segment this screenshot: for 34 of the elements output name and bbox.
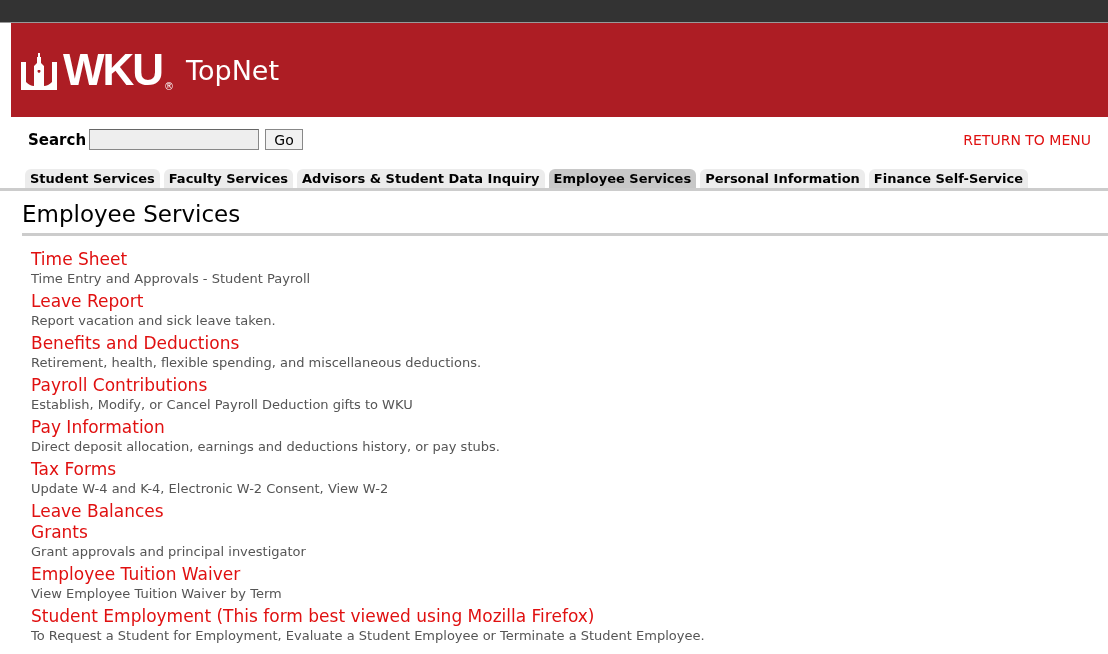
menu-description: Report vacation and sick leave taken.	[31, 312, 277, 329]
go-button[interactable]: Go	[265, 129, 304, 150]
tab[interactable]: Finance Self-Service	[868, 169, 1028, 188]
menu-description: Update W-4 and K-4, Electronic W-2 Consent, View W-2	[31, 480, 390, 497]
menu-link[interactable]: Tax Forms	[31, 459, 117, 480]
search-field[interactable]	[89, 129, 260, 150]
menu-link[interactable]: Benefits and Deductions	[31, 333, 240, 354]
search-label: Search	[28, 130, 87, 149]
tab[interactable]: Employee Services	[548, 169, 697, 188]
page-title: Employee Services	[22, 201, 1108, 236]
menu-description: View Employee Tuition Waiver by Term	[31, 585, 283, 602]
menu-link[interactable]: Employee Tuition Waiver	[31, 564, 241, 585]
menu-description: Direct deposit allocation, earnings and deductions history, or pay stubs.	[31, 438, 501, 455]
menu-description: Establish, Modify, or Cancel Payroll Deduction gifts to WKU	[31, 396, 414, 413]
menu-link[interactable]: Grants	[31, 522, 88, 543]
menu-description: Time Entry and Approvals - Student Payroll	[31, 270, 312, 287]
menu-link[interactable]: Leave Balances	[31, 501, 164, 522]
tab[interactable]: Advisors & Student Data Inquiry	[297, 169, 545, 188]
menu-link[interactable]: Time Sheet	[31, 249, 128, 270]
menu-description: Grant approvals and principal investigator	[31, 543, 307, 560]
tab[interactable]: Faculty Services	[163, 169, 294, 188]
app-name: TopNet	[186, 54, 280, 86]
menu-description: Retirement, health, flexible spending, and miscellaneous deductions.	[31, 354, 483, 371]
tab[interactable]: Student Services	[25, 169, 160, 188]
registered-mark: ®	[164, 82, 175, 92]
menu-link[interactable]: Payroll Contributions	[31, 375, 208, 396]
menu-description: To Request a Student for Employment, Evaluate a Student Employee or Terminate a Student Employee.	[31, 627, 706, 644]
menu-link[interactable]: Pay Information	[31, 417, 165, 438]
logo-text: WKU	[63, 48, 163, 92]
tower-icon	[19, 52, 59, 92]
tab[interactable]: Personal Information	[700, 169, 865, 188]
menu-link[interactable]: Leave Report	[31, 291, 144, 312]
return-link[interactable]: RETURN TO MENU	[963, 131, 1091, 148]
menu-link[interactable]: Student Employment (This form best viewed using Mozilla Firefox)	[31, 606, 595, 627]
